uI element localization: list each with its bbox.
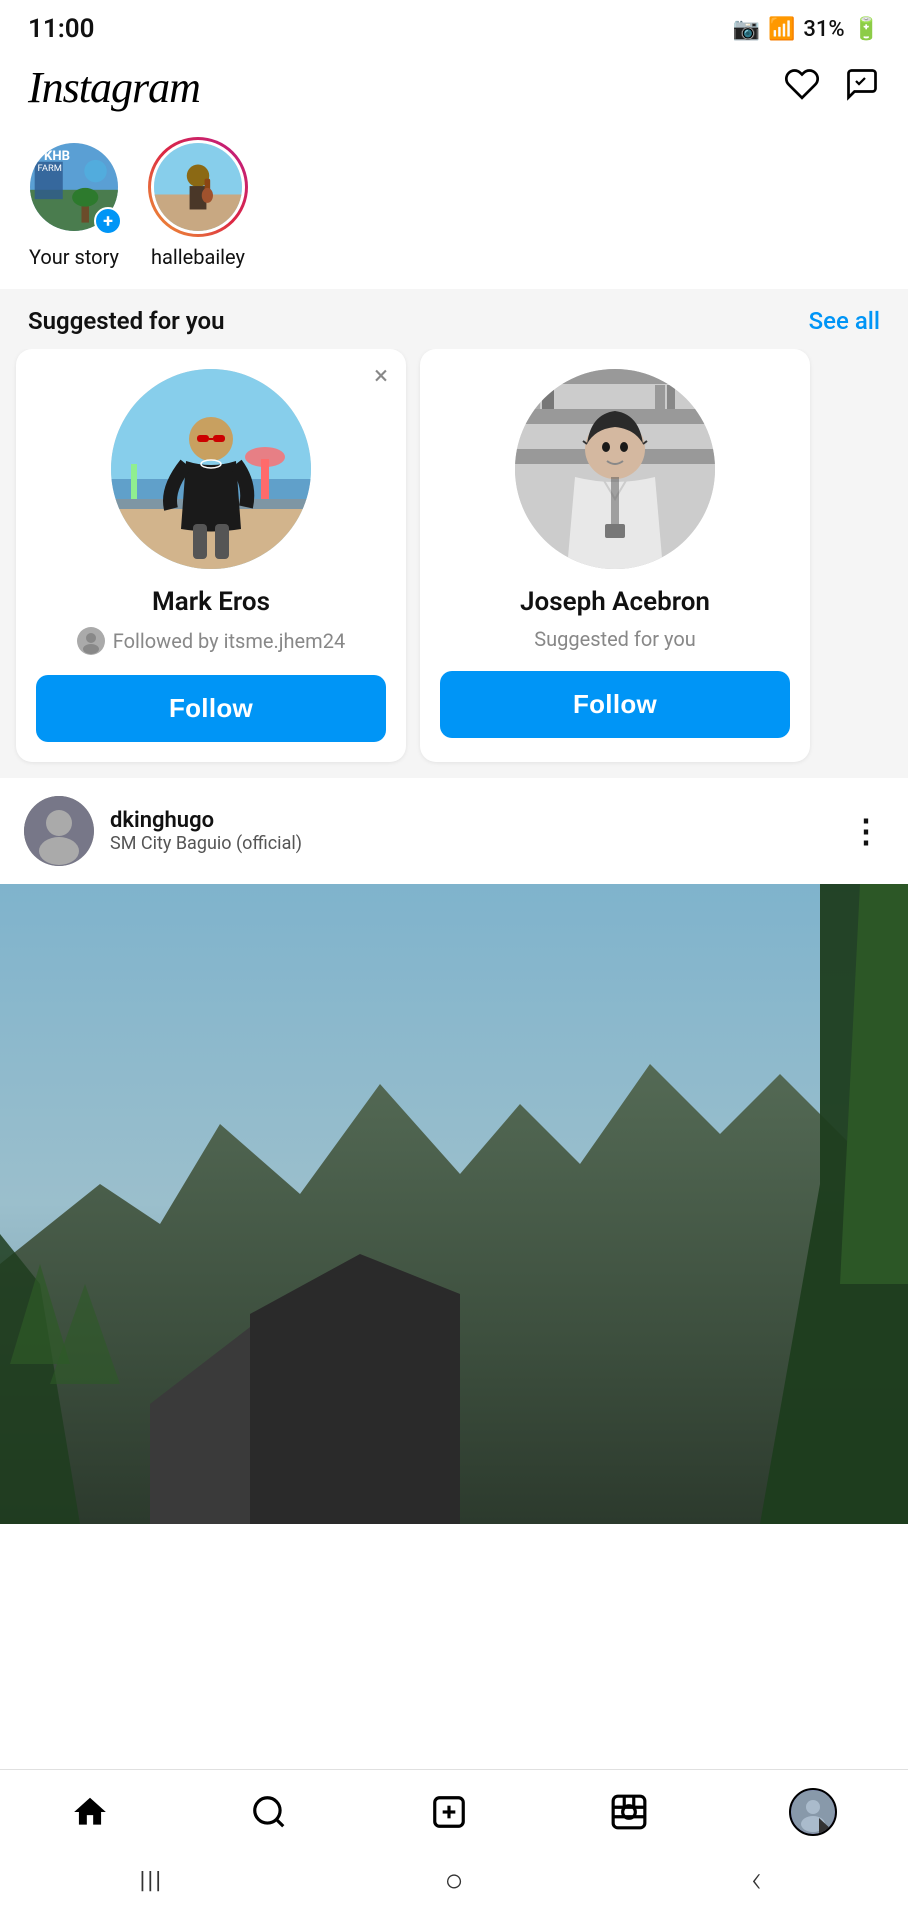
- camera-icon: 📷: [733, 17, 760, 42]
- bottom-nav-icons: [0, 1770, 908, 1846]
- mark-eros-followed-by: Followed by itsme.jhem24: [113, 629, 345, 653]
- joseph-suggested-text: Suggested for you: [534, 627, 696, 651]
- joseph-acebron-name: Joseph Acebron: [520, 587, 710, 617]
- see-all-link[interactable]: See all: [809, 307, 880, 335]
- add-nav-icon[interactable]: [430, 1793, 468, 1831]
- your-story-label: Your story: [29, 245, 119, 269]
- bottom-nav: ||| ○ ‹: [0, 1769, 908, 1920]
- mark-eros-follower-avatar: [77, 627, 105, 655]
- post-user-info: dkinghugo SM City Baguio (official): [24, 796, 302, 866]
- post-menu-button[interactable]: ⋮: [850, 812, 884, 850]
- status-time: 11:00: [28, 14, 95, 44]
- nav-icons: [784, 66, 880, 110]
- wifi-icon: 📶: [768, 17, 795, 42]
- post-username[interactable]: dkinghugo: [110, 808, 302, 833]
- home-nav-icon[interactable]: [71, 1793, 109, 1831]
- story-item-your-story[interactable]: KHB FARM + Your story: [24, 137, 124, 269]
- messenger-icon[interactable]: [844, 66, 880, 110]
- hallebailey-avatar-wrap: [148, 137, 248, 237]
- your-story-avatar-wrap: KHB FARM +: [24, 137, 124, 237]
- top-nav: Instagram: [0, 52, 908, 127]
- status-bar: 11:00 📷 📶 31% 🔋: [0, 0, 908, 52]
- post-avatar[interactable]: [24, 796, 94, 866]
- joseph-acebron-sub: Suggested for you: [534, 627, 696, 651]
- reels-nav-icon[interactable]: [610, 1793, 648, 1831]
- suggested-title: Suggested for you: [28, 307, 225, 335]
- android-back-btn[interactable]: ‹: [727, 1860, 787, 1900]
- suggested-cards-row: ×: [0, 349, 908, 778]
- svg-text:FARM: FARM: [37, 163, 61, 174]
- mark-eros-sub: Followed by itsme.jhem24: [77, 627, 345, 655]
- suggested-card-joseph-acebron: Joseph Acebron Suggested for you Follow: [420, 349, 810, 762]
- close-card-mark-eros[interactable]: ×: [374, 363, 388, 389]
- hallebailey-avatar-inner: [151, 140, 245, 234]
- status-icons: 📷 📶 31% 🔋: [733, 17, 880, 42]
- hallebailey-label: hallebailey: [151, 245, 245, 269]
- add-story-badge[interactable]: +: [94, 207, 122, 235]
- suggested-card-mark-eros: ×: [16, 349, 406, 762]
- stories-row: KHB FARM + Your story: [0, 127, 908, 289]
- battery-icon: 🔋: [853, 17, 880, 42]
- profile-nav-icon[interactable]: [789, 1788, 837, 1836]
- mark-eros-name: Mark Eros: [152, 587, 270, 617]
- instagram-logo: Instagram: [28, 62, 200, 113]
- android-home-btn[interactable]: ○: [424, 1860, 484, 1900]
- search-nav-icon[interactable]: [250, 1793, 288, 1831]
- mark-eros-avatar: [111, 369, 311, 569]
- suggested-header: Suggested for you See all: [0, 289, 908, 349]
- heart-icon[interactable]: [784, 66, 820, 110]
- android-menu-btn[interactable]: |||: [121, 1860, 181, 1900]
- svg-text:KHB: KHB: [44, 149, 70, 164]
- post-header: dkinghugo SM City Baguio (official) ⋮: [0, 778, 908, 884]
- post-user-text: dkinghugo SM City Baguio (official): [110, 808, 302, 854]
- battery-indicator: 31%: [803, 17, 844, 42]
- post-image: [0, 884, 908, 1524]
- android-nav: ||| ○ ‹: [0, 1846, 908, 1920]
- follow-joseph-acebron-button[interactable]: Follow: [440, 671, 790, 738]
- post-location[interactable]: SM City Baguio (official): [110, 833, 302, 854]
- follow-mark-eros-button[interactable]: Follow: [36, 675, 386, 742]
- joseph-acebron-avatar: [515, 369, 715, 569]
- story-item-hallebailey[interactable]: hallebailey: [148, 137, 248, 269]
